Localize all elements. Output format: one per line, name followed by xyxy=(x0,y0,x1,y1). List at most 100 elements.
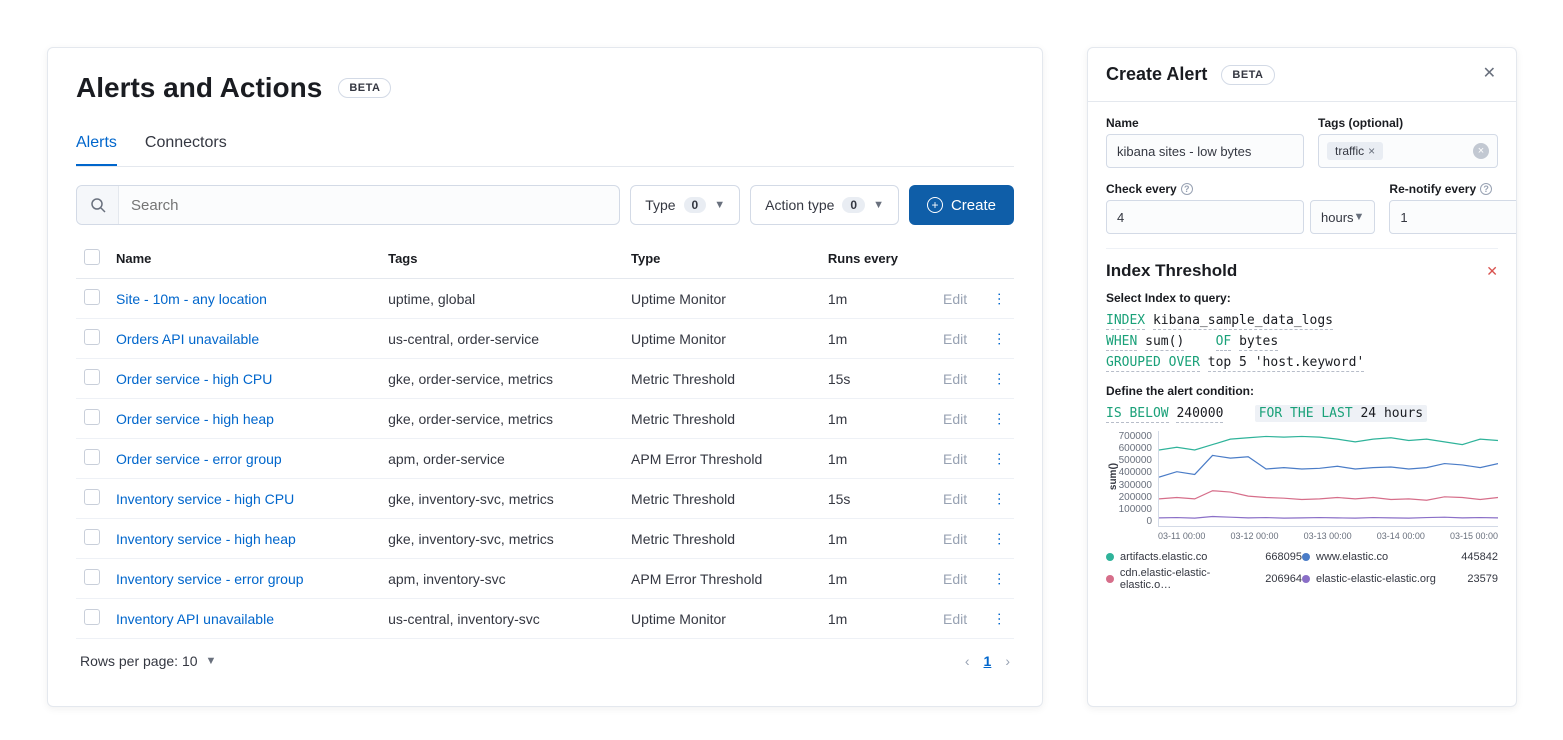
alert-name-link[interactable]: Order service - high CPU xyxy=(116,371,272,387)
select-all-checkbox[interactable] xyxy=(84,249,100,265)
row-checkbox[interactable] xyxy=(84,489,100,505)
tag-chip-label: traffic xyxy=(1335,144,1364,158)
create-button-label: Create xyxy=(951,197,996,214)
row-checkbox[interactable] xyxy=(84,329,100,345)
create-button[interactable]: + Create xyxy=(909,185,1014,225)
help-icon[interactable]: ? xyxy=(1181,183,1193,195)
row-checkbox[interactable] xyxy=(84,289,100,305)
pager-current[interactable]: 1 xyxy=(984,653,992,669)
alert-name-link[interactable]: Inventory service - error group xyxy=(116,571,304,587)
row-checkbox[interactable] xyxy=(84,369,100,385)
pager-next[interactable]: › xyxy=(1005,653,1010,669)
row-tags: us-central, order-service xyxy=(380,319,623,359)
beta-badge: BETA xyxy=(338,78,391,98)
chart-series-line xyxy=(1159,436,1498,450)
filter-action-type[interactable]: Action type 0 ▼ xyxy=(750,185,899,225)
row-tags: gke, order-service, metrics xyxy=(380,399,623,439)
row-checkbox[interactable] xyxy=(84,409,100,425)
legend-item[interactable]: www.elastic.co 445842 xyxy=(1302,549,1498,565)
legend-label: www.elastic.co xyxy=(1316,551,1388,563)
check-every-unit[interactable]: hours ▼ xyxy=(1310,200,1375,234)
legend-value: 445842 xyxy=(1461,551,1498,563)
row-runs: 1m xyxy=(820,319,935,359)
when-expression[interactable]: WHEN sum() OF bytes xyxy=(1106,334,1498,349)
alert-name-link[interactable]: Order service - error group xyxy=(116,451,282,467)
condition-expression[interactable]: IS BELOW 240000 FOR THE LAST 24 hours xyxy=(1106,406,1498,421)
row-actions-icon[interactable]: ⋯ xyxy=(991,532,1008,545)
row-checkbox[interactable] xyxy=(84,569,100,585)
tab-alerts[interactable]: Alerts xyxy=(76,124,117,166)
pagination: ‹ 1 › xyxy=(965,653,1010,669)
search-input[interactable] xyxy=(119,197,619,214)
row-tags: gke, order-service, metrics xyxy=(380,359,623,399)
row-type: Uptime Monitor xyxy=(623,599,820,639)
filter-type-label: Type xyxy=(645,197,675,213)
create-alert-panel: Create Alert BETA ✕ Name Tags (optional)… xyxy=(1087,47,1517,707)
edit-link[interactable]: Edit xyxy=(943,491,967,507)
legend-item[interactable]: artifacts.elastic.co668095 xyxy=(1106,549,1302,565)
row-actions-icon[interactable]: ⋯ xyxy=(991,332,1008,345)
edit-link[interactable]: Edit xyxy=(943,291,967,307)
edit-link[interactable]: Edit xyxy=(943,371,967,387)
help-icon[interactable]: ? xyxy=(1480,183,1492,195)
legend-dot-icon xyxy=(1302,575,1310,583)
chevron-down-icon: ▼ xyxy=(1354,211,1365,223)
clear-tags-icon[interactable]: × xyxy=(1473,143,1489,159)
chart-series-line xyxy=(1159,455,1498,477)
renotify-value[interactable] xyxy=(1389,200,1516,234)
tag-remove-icon[interactable]: × xyxy=(1368,144,1375,158)
edit-link[interactable]: Edit xyxy=(943,611,967,627)
row-tags: uptime, global xyxy=(380,279,623,319)
alert-name-link[interactable]: Orders API unavailable xyxy=(116,331,259,347)
alert-name-link[interactable]: Site - 10m - any location xyxy=(116,291,267,307)
row-actions-icon[interactable]: ⋯ xyxy=(991,372,1008,385)
row-checkbox[interactable] xyxy=(84,449,100,465)
edit-link[interactable]: Edit xyxy=(943,331,967,347)
beta-badge: BETA xyxy=(1221,65,1274,85)
filter-type[interactable]: Type 0 ▼ xyxy=(630,185,740,225)
chart-series-line xyxy=(1159,491,1498,501)
col-name: Name xyxy=(108,241,380,279)
row-runs: 1m xyxy=(820,279,935,319)
legend-label: elastic-elastic-elastic.org xyxy=(1316,573,1436,585)
tab-connectors[interactable]: Connectors xyxy=(145,124,227,166)
remove-condition-icon[interactable]: ✕ xyxy=(1486,263,1498,280)
check-every-value[interactable] xyxy=(1106,200,1304,234)
alert-name-link[interactable]: Inventory service - high CPU xyxy=(116,491,294,507)
alert-name-link[interactable]: Inventory service - high heap xyxy=(116,531,296,547)
pager-prev[interactable]: ‹ xyxy=(965,653,970,669)
alerts-panel: Alerts and Actions BETA Alerts Connector… xyxy=(47,47,1043,707)
row-type: Metric Threshold xyxy=(623,479,820,519)
tags-input[interactable]: traffic × × xyxy=(1318,134,1498,168)
row-actions-icon[interactable]: ⋯ xyxy=(991,292,1008,305)
row-checkbox[interactable] xyxy=(84,609,100,625)
row-checkbox[interactable] xyxy=(84,529,100,545)
row-actions-icon[interactable]: ⋯ xyxy=(991,612,1008,625)
legend-item[interactable]: cdn.elastic-elastic-elastic.o…206964 xyxy=(1106,565,1302,593)
row-runs: 1m xyxy=(820,519,935,559)
search-field[interactable] xyxy=(76,185,620,225)
close-button[interactable]: ✕ xyxy=(1477,62,1502,84)
filter-action-type-count: 0 xyxy=(842,197,865,213)
legend-label: artifacts.elastic.co xyxy=(1120,551,1207,563)
index-expression[interactable]: INDEX kibana_sample_data_logs xyxy=(1106,313,1498,328)
alert-name-link[interactable]: Order service - high heap xyxy=(116,411,274,427)
legend-item[interactable]: elastic-elastic-elastic.org23579 xyxy=(1302,565,1498,593)
row-tags: gke, inventory-svc, metrics xyxy=(380,479,623,519)
row-actions-icon[interactable]: ⋯ xyxy=(991,412,1008,425)
alert-name-link[interactable]: Inventory API unavailable xyxy=(116,611,274,627)
edit-link[interactable]: Edit xyxy=(943,571,967,587)
edit-link[interactable]: Edit xyxy=(943,531,967,547)
rows-per-page[interactable]: Rows per page: 10 ▼ xyxy=(80,653,216,669)
y-axis-label: sum() xyxy=(1108,463,1119,490)
grouped-expression[interactable]: GROUPED OVER top 5 'host.keyword' xyxy=(1106,355,1498,370)
search-icon xyxy=(77,186,119,224)
alert-name-input[interactable] xyxy=(1106,134,1304,168)
row-actions-icon[interactable]: ⋯ xyxy=(991,452,1008,465)
row-actions-icon[interactable]: ⋯ xyxy=(991,492,1008,505)
y-tick: 100000 xyxy=(1106,504,1152,515)
row-tags: apm, inventory-svc xyxy=(380,559,623,599)
edit-link[interactable]: Edit xyxy=(943,451,967,467)
row-actions-icon[interactable]: ⋯ xyxy=(991,572,1008,585)
edit-link[interactable]: Edit xyxy=(943,411,967,427)
